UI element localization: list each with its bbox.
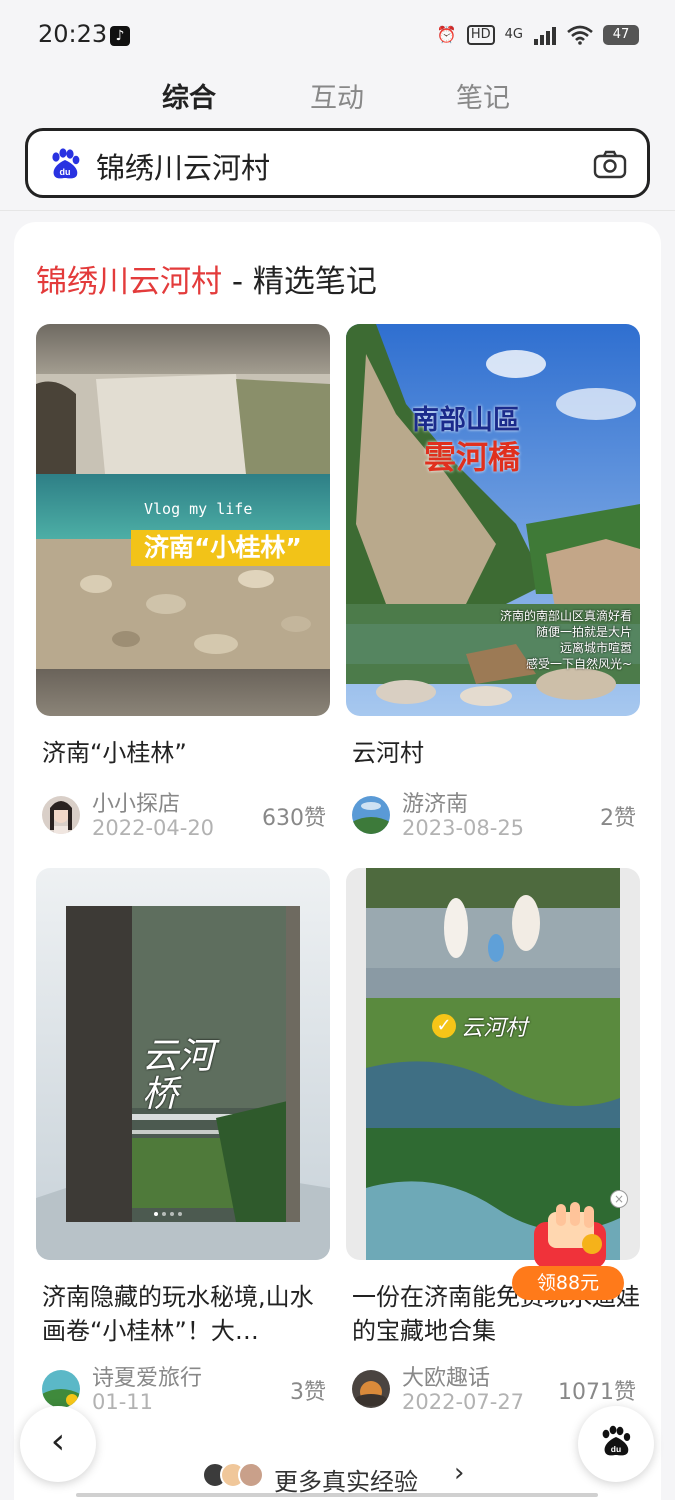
check-icon: ✓ bbox=[432, 1014, 456, 1038]
likes-2: 2赞 bbox=[600, 806, 636, 831]
tab-interaction[interactable]: 互动 bbox=[310, 76, 364, 115]
cover-2-caption-line4: 感受一下自然风光~ bbox=[525, 657, 632, 671]
search-query[interactable]: 锦绣川云河村 bbox=[96, 145, 270, 187]
status-time: 20:23 bbox=[38, 20, 108, 48]
date-2: 2023-08-25 bbox=[402, 816, 525, 840]
section-title-suffix: - 精选笔记 bbox=[222, 264, 377, 300]
note-card-4[interactable]: ✓ 云河村 一份在济南能免费玩水遛娃的宝藏地合集 大欧趣话 2022-07-27… bbox=[346, 868, 640, 1428]
search-box[interactable]: du 锦绣川云河村 bbox=[25, 128, 650, 198]
mini-avatar-3 bbox=[238, 1462, 264, 1488]
camera-icon[interactable] bbox=[593, 149, 627, 179]
avatar-3[interactable] bbox=[42, 1370, 80, 1408]
home-indicator bbox=[76, 1493, 598, 1497]
cover-3-title: 云河桥 bbox=[142, 1036, 215, 1115]
note-title-3[interactable]: 济南隐藏的玩水秘境,山水画卷“小桂林”！大… bbox=[42, 1280, 332, 1348]
hd-icon: HD bbox=[466, 25, 495, 45]
alarm-icon: ⏰ bbox=[436, 25, 457, 44]
author-1[interactable]: 小小探店 bbox=[92, 786, 180, 818]
baidu-home-button[interactable]: du bbox=[578, 1406, 654, 1482]
cover-2-caption-line3: 远离城市喧嚣 bbox=[559, 641, 632, 655]
wifi-icon bbox=[567, 25, 593, 45]
section-title[interactable]: 锦绣川云河村 - 精选笔记 bbox=[36, 256, 377, 301]
svg-text:du: du bbox=[60, 167, 71, 177]
promo-close-icon[interactable]: × bbox=[610, 1190, 628, 1208]
tab-comprehensive[interactable]: 综合 bbox=[162, 76, 216, 115]
more-experience-label[interactable]: 更多真实经验 bbox=[274, 1462, 418, 1497]
date-1: 2022-04-20 bbox=[92, 816, 215, 840]
chevron-right-icon[interactable]: › bbox=[454, 1458, 464, 1488]
note-cover-3[interactable]: 云河桥 bbox=[36, 868, 330, 1260]
avatar-4[interactable] bbox=[352, 1370, 390, 1408]
author-4[interactable]: 大欧趣话 bbox=[402, 1360, 490, 1392]
cover-2-caption: 济南的南部山区真滴好看 随便一拍就是大片 远离城市喧嚣 感受一下自然风光~ bbox=[500, 608, 632, 672]
note-title-2[interactable]: 云河村 bbox=[352, 736, 642, 770]
likes-3: 3赞 bbox=[290, 1380, 326, 1405]
baidu-paw-icon: du bbox=[602, 1425, 631, 1456]
status-icons: ⏰ HD 4G 47 bbox=[437, 24, 639, 46]
note-title-1[interactable]: 济南“小桂林” bbox=[42, 736, 332, 770]
avatar-2[interactable] bbox=[352, 796, 390, 834]
chevron-left-icon: ‹ bbox=[50, 1421, 66, 1462]
baidu-paw-icon: du bbox=[52, 148, 80, 179]
svg-text:du: du bbox=[611, 1444, 621, 1454]
note-card-1[interactable]: Vlog my life 济南“小桂林” 济南“小桂林” 小小探店 2022-0… bbox=[36, 324, 330, 844]
cover-4-label: ✓ 云河村 bbox=[432, 1010, 527, 1042]
note-cover-2[interactable]: 南部山區 雲河橋 济南的南部山区真滴好看 随便一拍就是大片 远离城市喧嚣 感受一… bbox=[346, 324, 640, 716]
section-title-keyword: 锦绣川云河村 bbox=[36, 264, 222, 300]
status-bar: 20:23 ♪ ⏰ HD 4G 47 bbox=[0, 0, 675, 70]
network-label: 4G bbox=[504, 27, 523, 42]
author-2[interactable]: 游济南 bbox=[402, 786, 468, 818]
tab-notes[interactable]: 笔记 bbox=[456, 76, 510, 115]
tab-bar: 综合 互动 笔记 bbox=[0, 76, 675, 120]
likes-1: 630赞 bbox=[262, 806, 326, 831]
cover-2-caption-line2: 随便一拍就是大片 bbox=[535, 625, 632, 639]
author-3[interactable]: 诗夏爱旅行 bbox=[92, 1360, 202, 1392]
cover-4-title: 云河村 bbox=[461, 1016, 528, 1041]
date-4: 2022-07-27 bbox=[402, 1390, 525, 1414]
note-card-2[interactable]: 南部山區 雲河橋 济南的南部山区真滴好看 随便一拍就是大片 远离城市喧嚣 感受一… bbox=[346, 324, 640, 844]
gift-icon bbox=[534, 1202, 606, 1268]
tiktok-icon: ♪ bbox=[110, 26, 130, 46]
date-3: 01-11 bbox=[92, 1390, 154, 1414]
signal-icon bbox=[534, 27, 556, 45]
promo-badge[interactable]: 领88元 bbox=[512, 1266, 624, 1300]
note-card-3[interactable]: 云河桥 济南隐藏的玩水秘境,山水画卷“小桂林”！大… 诗夏爱旅行 01-11 3… bbox=[36, 868, 330, 1428]
divider bbox=[0, 210, 675, 211]
cover-2-caption-line1: 济南的南部山区真滴好看 bbox=[499, 609, 632, 623]
cover-1-caption-large: 济南“小桂林” bbox=[144, 533, 302, 562]
battery-icon: 47 bbox=[603, 25, 639, 45]
promo-widget[interactable]: × 领88元 bbox=[512, 1190, 630, 1302]
cover-2-title-line2: 雲河橋 bbox=[424, 438, 521, 476]
back-button[interactable]: ‹ bbox=[20, 1406, 96, 1482]
cover-1-caption-small: Vlog my life bbox=[144, 500, 253, 518]
notes-card: 锦绣川云河村 - 精选笔记 Vlog my life 济南“小桂林” 济南“小桂… bbox=[14, 222, 661, 1500]
avatar-1[interactable] bbox=[42, 796, 80, 834]
likes-4: 1071赞 bbox=[558, 1380, 636, 1405]
note-cover-1[interactable]: Vlog my life 济南“小桂林” bbox=[36, 324, 330, 716]
